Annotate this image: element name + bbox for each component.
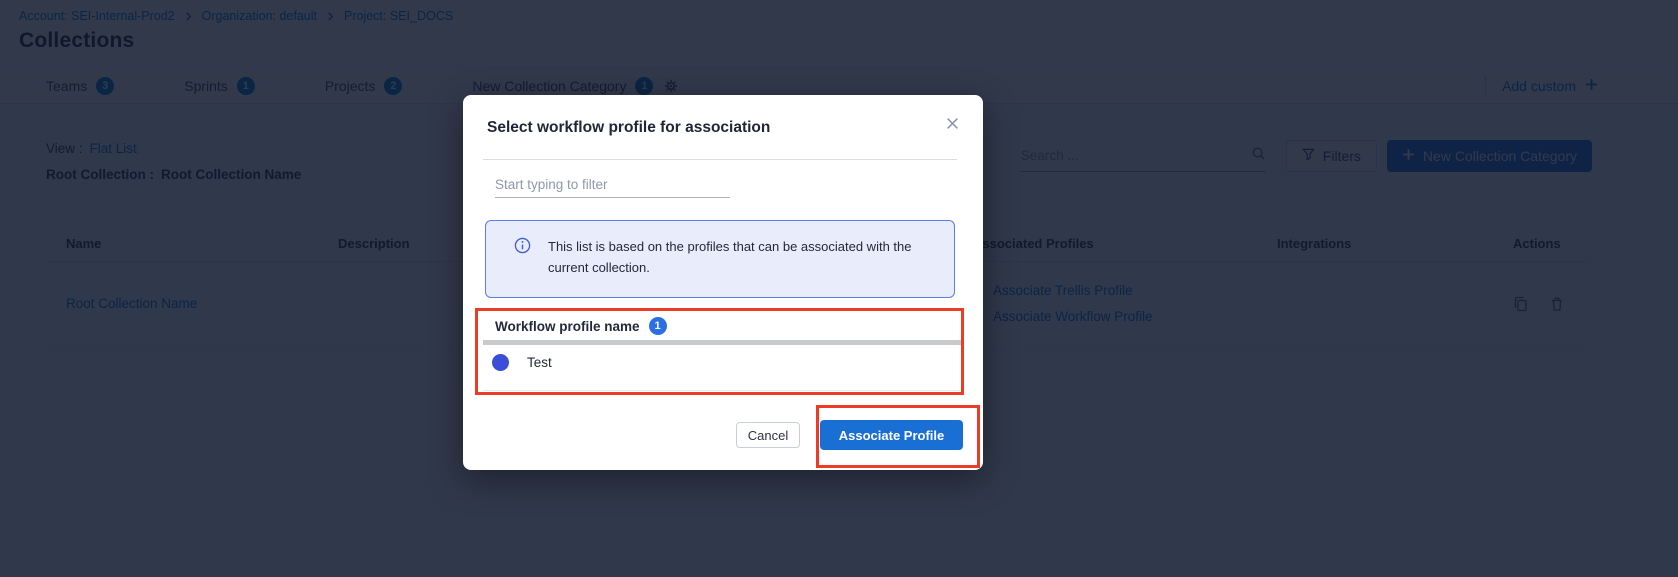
info-text: This list is based on the profiles that … — [548, 236, 926, 278]
cancel-button[interactable]: Cancel — [736, 422, 800, 448]
collections-page: Account: SEI-Internal-Prod2 Organization… — [0, 0, 1678, 577]
info-icon — [514, 237, 531, 259]
profile-option-label: Test — [527, 355, 552, 370]
workflow-profile-list-header: Workflow profile name 1 — [495, 317, 667, 335]
modal-title: Select workflow profile for association — [487, 119, 770, 137]
count-badge: 1 — [649, 317, 667, 335]
option-divider — [483, 390, 963, 391]
select-workflow-profile-modal: Select workflow profile for association … — [463, 95, 983, 470]
info-callout: This list is based on the profiles that … — [485, 220, 955, 298]
selected-radio-dot[interactable] — [492, 354, 509, 371]
close-icon[interactable] — [942, 113, 963, 134]
profile-filter-input[interactable] — [495, 171, 730, 197]
modal-title-divider — [483, 159, 957, 160]
profile-option-test[interactable]: Test — [492, 345, 952, 379]
profile-filter-field — [495, 171, 730, 198]
list-header-label: Workflow profile name — [495, 319, 640, 334]
associate-profile-button[interactable]: Associate Profile — [820, 420, 963, 450]
